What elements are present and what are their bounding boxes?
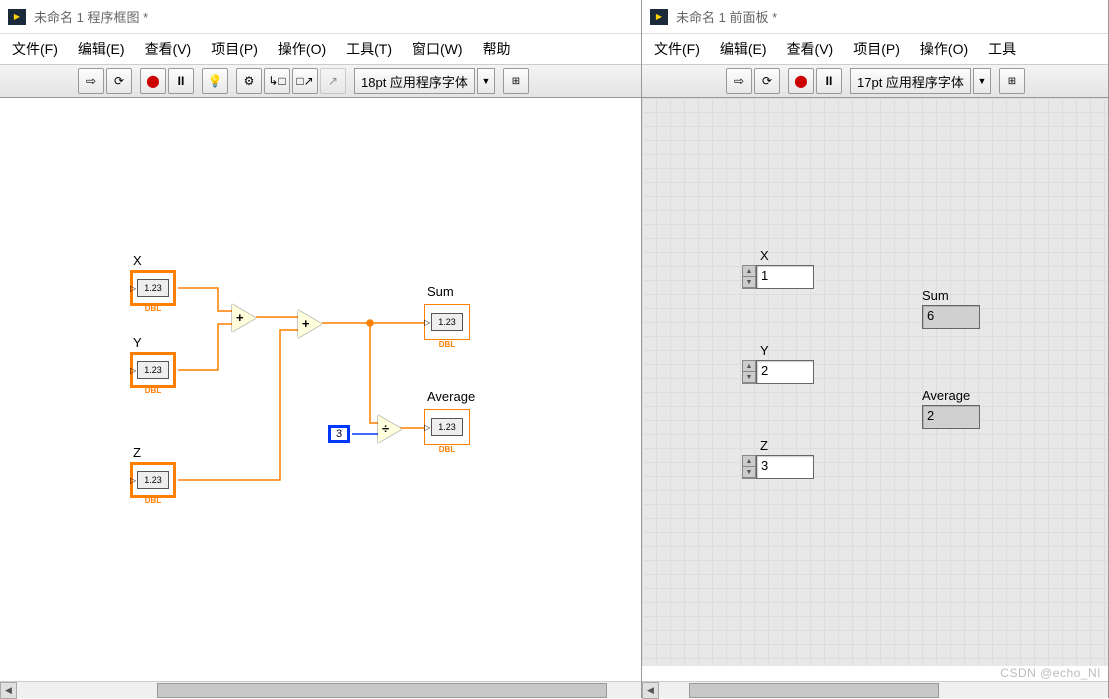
menu-operate[interactable]: 操作(O) xyxy=(916,37,972,61)
scroll-thumb[interactable] xyxy=(689,683,939,698)
sum-label: Sum xyxy=(427,284,454,299)
y-spinner[interactable]: ▲▼ xyxy=(742,360,756,384)
average-indicator-terminal[interactable]: 1.23 DBL xyxy=(424,409,470,445)
window-title: 未命名 1 前面板 * xyxy=(676,7,777,26)
abort-button[interactable]: ⬤ xyxy=(788,68,814,94)
scroll-thumb[interactable] xyxy=(157,683,607,698)
window-title: 未命名 1 程序框图 * xyxy=(34,7,148,26)
sum-value: 6 xyxy=(922,305,980,329)
x-control-label: X xyxy=(742,248,814,263)
pause-button[interactable]: II xyxy=(168,68,194,94)
menu-tools[interactable]: 工具 xyxy=(984,37,1020,61)
x-input[interactable]: 1 xyxy=(756,265,814,289)
menu-file[interactable]: 文件(F) xyxy=(650,37,704,61)
toolbar: ⇨ ⟳ ⬤ II 💡 ⚙ ↳□ □↗ ↗ 18pt 应用程序字体 ▼ ⊞ xyxy=(0,64,641,98)
y-control-terminal[interactable]: 1.23 DBL xyxy=(130,352,176,388)
scroll-left-icon[interactable]: ◀ xyxy=(642,682,659,699)
highlight-exec-button[interactable]: 💡 xyxy=(202,68,228,94)
toolbar: ⇨ ⟳ ⬤ II 17pt 应用程序字体 ▼ ⊞ xyxy=(642,64,1108,98)
menu-view[interactable]: 查看(V) xyxy=(141,37,196,61)
scroll-left-icon[interactable]: ◀ xyxy=(0,682,17,699)
z-input[interactable]: 3 xyxy=(756,455,814,479)
step-into-button[interactable]: ↳□ xyxy=(264,68,290,94)
block-diagram-canvas[interactable]: X 1.23 DBL Y 1.23 DBL Z 1.23 DBL 3 Sum 1… xyxy=(0,98,641,666)
menu-view[interactable]: 查看(V) xyxy=(783,37,838,61)
menu-project[interactable]: 项目(P) xyxy=(849,37,904,61)
menu-window[interactable]: 窗口(W) xyxy=(408,37,467,61)
z-spinner[interactable]: ▲▼ xyxy=(742,455,756,479)
x-control-terminal[interactable]: 1.23 DBL xyxy=(130,270,176,306)
menu-help[interactable]: 帮助 xyxy=(479,37,515,61)
sum-indicator: Sum 6 xyxy=(922,288,980,329)
y-control-label: Y xyxy=(742,343,814,358)
font-selector[interactable]: 17pt 应用程序字体 xyxy=(850,68,971,94)
menu-bar: 文件(F) 编辑(E) 查看(V) 项目(P) 操作(O) 工具(T) 窗口(W… xyxy=(0,34,641,64)
title-bar[interactable]: 未命名 1 程序框图 * xyxy=(0,0,641,34)
font-dropdown[interactable]: ▼ xyxy=(973,68,991,94)
y-input[interactable]: 2 xyxy=(756,360,814,384)
align-button[interactable]: ⊞ xyxy=(503,68,529,94)
block-diagram-window: 未命名 1 程序框图 * 文件(F) 编辑(E) 查看(V) 项目(P) 操作(… xyxy=(0,0,642,698)
title-bar[interactable]: 未命名 1 前面板 * xyxy=(642,0,1108,34)
step-over-button[interactable]: □↗ xyxy=(292,68,318,94)
sum-indicator-label: Sum xyxy=(922,288,980,303)
average-label: Average xyxy=(427,389,475,404)
y-control: Y ▲▼ 2 xyxy=(742,343,814,384)
retain-wire-button[interactable]: ⚙ xyxy=(236,68,262,94)
labview-icon xyxy=(8,9,26,25)
run-cont-button[interactable]: ⟳ xyxy=(754,68,780,94)
abort-button[interactable]: ⬤ xyxy=(140,68,166,94)
menu-file[interactable]: 文件(F) xyxy=(8,37,62,61)
x-control: X ▲▼ 1 xyxy=(742,248,814,289)
horizontal-scrollbar[interactable]: ◀ xyxy=(0,681,641,698)
menu-tools[interactable]: 工具(T) xyxy=(342,37,396,61)
z-label: Z xyxy=(133,445,141,460)
wire-layer xyxy=(0,98,642,666)
menu-project[interactable]: 项目(P) xyxy=(207,37,262,61)
average-indicator: Average 2 xyxy=(922,388,980,429)
font-dropdown[interactable]: ▼ xyxy=(477,68,495,94)
menu-edit[interactable]: 编辑(E) xyxy=(716,37,771,61)
front-panel-canvas[interactable]: X ▲▼ 1 Y ▲▼ 2 Z ▲▼ 3 Sum 6 xyxy=(642,98,1108,666)
align-button[interactable]: ⊞ xyxy=(999,68,1025,94)
menu-edit[interactable]: 编辑(E) xyxy=(74,37,129,61)
z-control-label: Z xyxy=(742,438,814,453)
front-panel-window: 未命名 1 前面板 * 文件(F) 编辑(E) 查看(V) 项目(P) 操作(O… xyxy=(642,0,1109,698)
x-spinner[interactable]: ▲▼ xyxy=(742,265,756,289)
divide-node[interactable] xyxy=(378,415,402,443)
z-control: Z ▲▼ 3 xyxy=(742,438,814,479)
pause-button[interactable]: II xyxy=(816,68,842,94)
sum-indicator-terminal[interactable]: 1.23 DBL xyxy=(424,304,470,340)
average-indicator-label: Average xyxy=(922,388,980,403)
horizontal-scrollbar[interactable]: ◀ xyxy=(642,681,1108,698)
run-cont-button[interactable]: ⟳ xyxy=(106,68,132,94)
run-button[interactable]: ⇨ xyxy=(78,68,104,94)
menu-operate[interactable]: 操作(O) xyxy=(274,37,330,61)
step-out-button[interactable]: ↗ xyxy=(320,68,346,94)
labview-icon xyxy=(650,9,668,25)
average-value: 2 xyxy=(922,405,980,429)
z-control-terminal[interactable]: 1.23 DBL xyxy=(130,462,176,498)
menu-bar: 文件(F) 编辑(E) 查看(V) 项目(P) 操作(O) 工具 xyxy=(642,34,1108,64)
run-button[interactable]: ⇨ xyxy=(726,68,752,94)
add-node-1[interactable] xyxy=(232,304,256,332)
y-label: Y xyxy=(133,335,142,350)
font-selector[interactable]: 18pt 应用程序字体 xyxy=(354,68,475,94)
add-node-2[interactable] xyxy=(298,310,322,338)
watermark: CSDN @echo_NI xyxy=(1000,666,1101,680)
numeric-constant-3[interactable]: 3 xyxy=(328,425,350,443)
x-label: X xyxy=(133,253,142,268)
